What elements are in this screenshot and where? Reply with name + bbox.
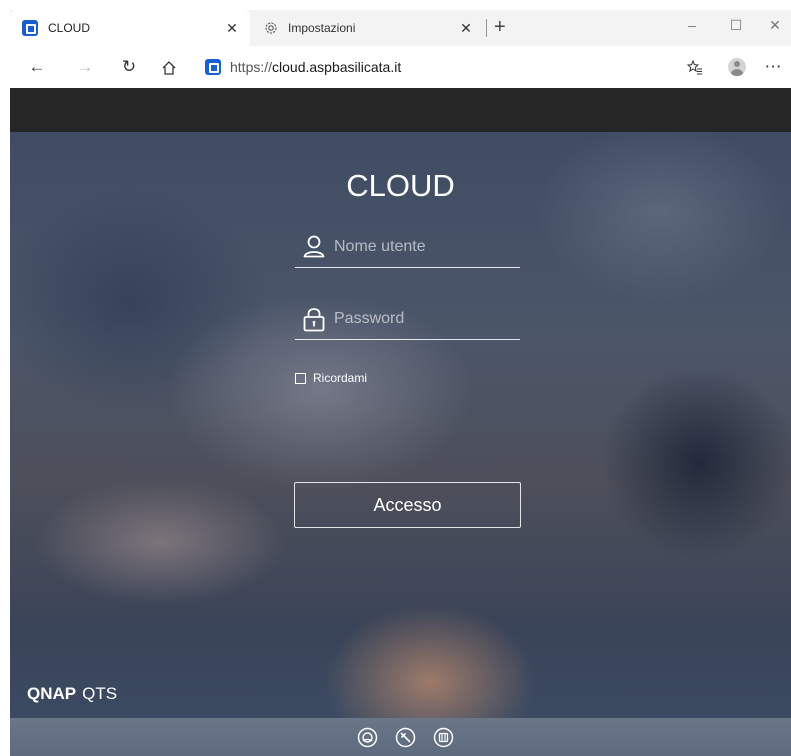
close-window-button[interactable]: ✕: [755, 10, 791, 46]
forward-button[interactable]: →: [70, 46, 100, 88]
lock-icon: [303, 308, 325, 332]
brand-secondary: QTS: [82, 684, 118, 703]
favorites-star-icon: [686, 59, 702, 75]
back-button[interactable]: ←: [22, 46, 52, 88]
browser-toolbar: ← → ↻ https://cloud.aspbasilicata.it ⋯: [10, 46, 791, 88]
tab-title: CLOUD: [48, 21, 91, 35]
gear-icon: [265, 22, 277, 34]
password-input[interactable]: [334, 304, 514, 334]
qfinder-icon[interactable]: [357, 727, 378, 748]
refresh-button[interactable]: ↻: [114, 46, 144, 88]
footer-bar: [10, 718, 791, 756]
more-menu-button[interactable]: ⋯: [758, 46, 788, 88]
profile-avatar[interactable]: [728, 58, 746, 76]
login-button[interactable]: Accesso: [294, 482, 521, 528]
tab-title: Impostazioni: [288, 21, 356, 35]
tab-impostazioni[interactable]: Impostazioni ✕: [254, 10, 484, 46]
password-field: [295, 300, 520, 340]
username-input[interactable]: [334, 232, 514, 262]
top-band: [10, 88, 791, 132]
remember-me[interactable]: Ricordami: [295, 371, 367, 385]
qnap-favicon-icon: [22, 20, 38, 36]
login-page: CLOUD Ricordami Accesso QNAP QTS: [10, 88, 791, 756]
home-icon: [162, 60, 176, 75]
url-scheme: https://: [230, 59, 273, 75]
brand-primary: QNAP: [27, 684, 77, 703]
tools-icon[interactable]: [395, 727, 416, 748]
site-favicon-icon: [205, 59, 221, 75]
favorites-button[interactable]: [680, 46, 710, 88]
url-host: cloud.aspbasilicata.it: [272, 59, 402, 75]
close-tab-icon[interactable]: ✕: [224, 20, 240, 37]
user-icon: [303, 235, 325, 258]
app-center-icon[interactable]: [433, 727, 454, 748]
tab-divider: [486, 19, 487, 37]
browser-tab-strip: CLOUD ✕ Impostazioni ✕ + – ☐ ✕: [10, 10, 791, 46]
home-button[interactable]: [154, 46, 184, 88]
username-field: [295, 228, 520, 268]
blurred-background: [10, 132, 791, 718]
tab-cloud[interactable]: CLOUD ✕: [10, 10, 250, 46]
close-tab-icon[interactable]: ✕: [458, 20, 474, 37]
remember-checkbox[interactable]: [295, 372, 306, 384]
minimize-button[interactable]: –: [672, 10, 712, 46]
new-tab-button[interactable]: +: [494, 10, 506, 46]
address-field[interactable]: https://cloud.aspbasilicata.it: [230, 59, 401, 75]
remember-label: Ricordami: [313, 371, 368, 385]
brand-logo: QNAP QTS: [27, 684, 117, 704]
login-title: CLOUD: [346, 168, 455, 203]
maximize-button[interactable]: ☐: [716, 10, 756, 46]
